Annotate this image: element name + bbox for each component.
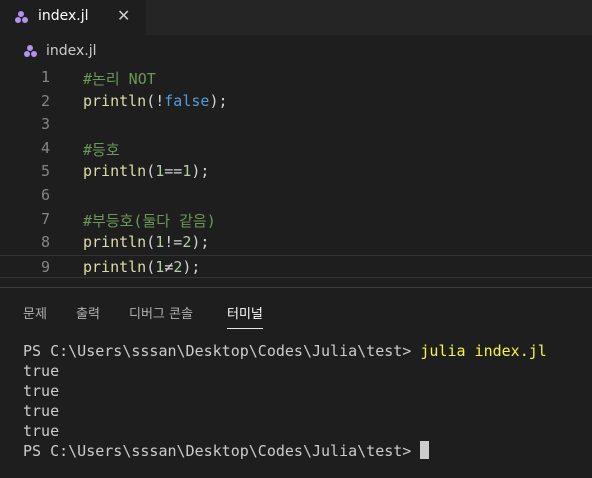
terminal-output-line: true <box>23 402 60 420</box>
code-text: #등호 <box>83 139 120 160</box>
code-token: ( <box>146 257 156 276</box>
code-token: println <box>83 257 147 276</box>
line-number: 2 <box>40 91 50 110</box>
code-token: ); <box>182 257 201 276</box>
line-number: 4 <box>40 138 50 157</box>
terminal-prompt: PS C:\Users\sssan\Desktop\Codes\Julia\te… <box>23 442 421 460</box>
editor-tab-bar: index.jl ✕ <box>0 0 592 35</box>
terminal-prompt: PS C:\Users\sssan\Desktop\Codes\Julia\te… <box>23 342 421 360</box>
code-token: #등호 <box>83 140 120 159</box>
code-line[interactable]: 8 println(1!=2); <box>0 231 592 254</box>
line-number: 8 <box>40 233 50 252</box>
terminal-output-line: true <box>23 422 60 440</box>
code-token: == <box>164 162 183 181</box>
line-number: 7 <box>40 209 50 228</box>
close-icon[interactable]: ✕ <box>117 6 130 25</box>
code-token: (! <box>146 91 165 110</box>
code-line[interactable]: 7 #부등호(둘다 같음) <box>0 208 592 231</box>
code-token: println <box>83 162 147 181</box>
terminal-command: julia index.jl <box>420 342 547 360</box>
code-token: 1 <box>155 233 165 252</box>
terminal-cursor <box>420 441 430 459</box>
code-token: ( <box>146 162 156 181</box>
code-line[interactable]: 9 println(1≠2); <box>0 254 592 278</box>
code-line[interactable]: 2 println(!false); <box>0 90 592 113</box>
code-token: false <box>164 91 210 110</box>
code-text: println(1!=2); <box>83 233 209 251</box>
code-token: 2 <box>173 257 183 276</box>
panel-tab-2[interactable]: 디버그 콘솔 <box>129 303 193 322</box>
panel-tab-bar: 문제 출력 디버그 콘솔 터미널 <box>0 300 592 330</box>
line-number: 9 <box>40 257 50 276</box>
panel-tab-3[interactable]: 터미널 <box>227 303 263 329</box>
line-number: 1 <box>40 68 50 86</box>
code-text: println(1==1); <box>83 162 209 180</box>
code-editor[interactable]: 1 #논리 NOT 2 println(!false); 3 4 #등호 5 println(1… <box>0 66 592 284</box>
terminal-output-line: true <box>23 362 60 380</box>
code-line[interactable]: 6 <box>0 184 592 207</box>
tab-label: index.jl <box>38 8 89 24</box>
breadcrumb: index.jl <box>0 38 592 64</box>
panel-tab-1[interactable]: 출력 <box>76 303 100 322</box>
code-token: #논리 NOT <box>83 70 156 88</box>
breadcrumb-file[interactable]: index.jl <box>46 43 97 59</box>
code-token: ( <box>146 233 156 252</box>
code-line[interactable]: 5 println(1==1); <box>0 160 592 183</box>
tab-index-jl[interactable]: index.jl ✕ <box>0 0 146 35</box>
code-line[interactable]: 4 #등호 <box>0 137 592 160</box>
terminal-output-line: true <box>23 382 60 400</box>
code-token: 1 <box>155 162 165 181</box>
code-line[interactable]: 3 <box>0 113 592 136</box>
line-number: 5 <box>40 162 50 181</box>
code-token: 1 <box>155 257 165 276</box>
code-text: #부등호(둘다 같음) <box>83 210 216 231</box>
code-text: println(1≠2); <box>83 258 200 276</box>
terminal-prompt-line: PS C:\Users\sssan\Desktop\Codes\Julia\te… <box>23 441 592 461</box>
code-token: println <box>83 233 147 252</box>
code-line[interactable]: 1 #논리 NOT <box>0 66 592 89</box>
terminal-command-line: PS C:\Users\sssan\Desktop\Codes\Julia\te… <box>23 341 592 361</box>
code-token: ≠ <box>164 257 174 276</box>
line-number: 3 <box>40 115 50 134</box>
julia-file-icon <box>15 11 28 23</box>
panel-divider <box>0 287 592 288</box>
code-token: ); <box>191 233 210 252</box>
terminal[interactable]: PS C:\Users\sssan\Desktop\Codes\Julia\te… <box>23 341 592 461</box>
code-token: != <box>164 233 183 252</box>
code-token: ); <box>209 91 228 110</box>
code-text: println(!false); <box>83 92 228 110</box>
panel-tab-0[interactable]: 문제 <box>23 303 47 322</box>
code-text: #논리 NOT <box>83 68 156 89</box>
code-token: println <box>83 91 147 110</box>
code-token: #부등호(둘다 같음) <box>83 211 216 230</box>
julia-file-icon <box>24 45 37 57</box>
line-number: 6 <box>40 186 50 204</box>
code-token: ); <box>191 162 210 181</box>
